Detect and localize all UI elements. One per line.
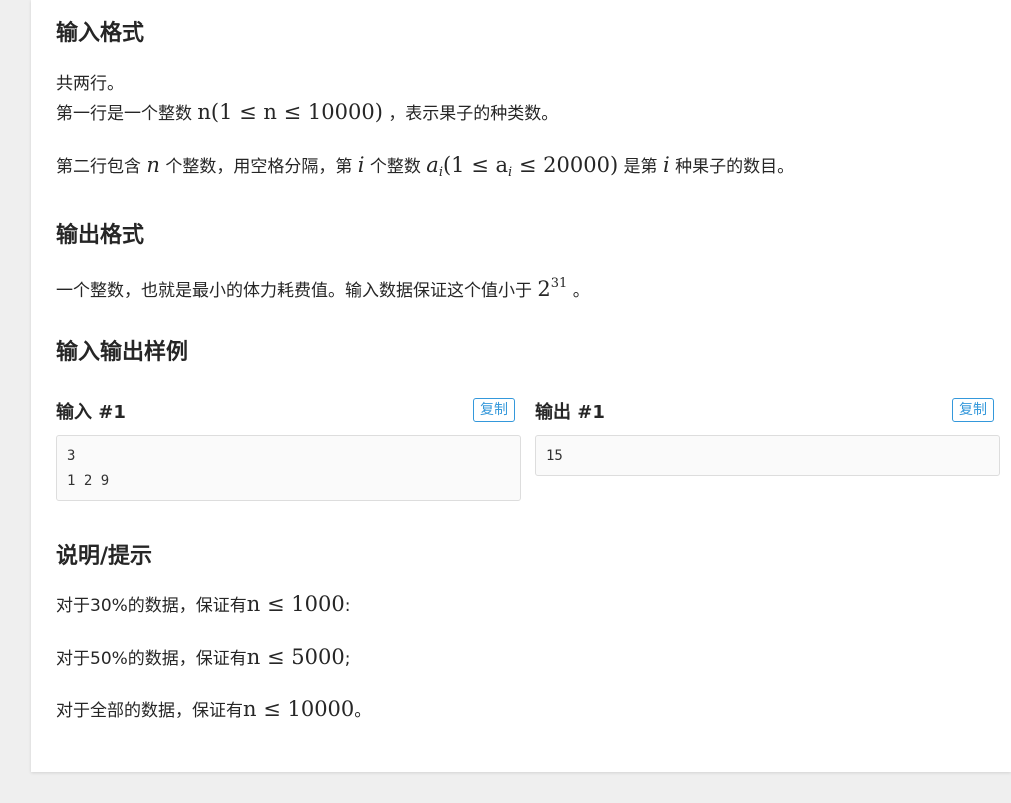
output-format-heading: 输出格式 bbox=[56, 223, 145, 248]
math-rest: (1 ≤ a bbox=[442, 153, 509, 177]
input-format-line3-math: ai(1 ≤ ai ≤ 20000) bbox=[426, 153, 619, 180]
input-format-line3: 第二行包含 n 个整数，用空格分隔，第 i 个整数 ai(1 ≤ ai ≤ 20… bbox=[56, 153, 794, 185]
hint-line3-post: 。 bbox=[354, 701, 372, 721]
output-format-text: 一个整数，也就是最小的体力耗费值。输入数据保证这个值小于 231 。 bbox=[56, 272, 590, 303]
input-format-line2-math: n(1 ≤ n ≤ 10000) bbox=[197, 100, 383, 124]
input-format-line3-a: 第二行包含 bbox=[56, 157, 141, 177]
sample-input-title: 输入 #1 bbox=[56, 402, 126, 423]
math-end: ≤ 20000) bbox=[512, 153, 619, 177]
output-format-text-pre: 一个整数，也就是最小的体力耗费值。输入数据保证这个值小于 bbox=[56, 281, 532, 301]
input-format-line3-n: n bbox=[146, 153, 160, 177]
hint-line1: 对于30%的数据，保证有n ≤ 1000: bbox=[56, 592, 350, 618]
copy-output-button[interactable]: 复制 bbox=[952, 398, 994, 422]
hint-line1-pre: 对于30%的数据，保证有 bbox=[56, 596, 247, 616]
sample-input-line: 1 2 9 bbox=[67, 473, 110, 489]
sample-output-box[interactable]: 15 bbox=[535, 435, 1000, 476]
sample-input-line: 3 bbox=[67, 448, 76, 464]
sample-output-line: 15 bbox=[546, 448, 563, 464]
input-format-line2: 第一行是一个整数 n(1 ≤ n ≤ 10000) ，表示果子的种类数。 bbox=[56, 100, 558, 126]
hint-line3-math: n ≤ 10000 bbox=[243, 697, 355, 721]
input-format-line3-b: 个整数，用空格分隔，第 bbox=[165, 157, 353, 177]
output-format-text-post: 。 bbox=[572, 281, 590, 301]
input-format-line3-i2: i bbox=[662, 153, 670, 177]
input-format-line3-e: 种果子的数目。 bbox=[675, 157, 795, 177]
input-format-line3-c: 个整数 bbox=[369, 157, 421, 177]
hints-heading: 说明/提示 bbox=[56, 544, 153, 569]
hint-line2-math: n ≤ 5000 bbox=[246, 645, 345, 669]
input-format-line2-pre: 第一行是一个整数 bbox=[56, 104, 192, 124]
math-a: a bbox=[426, 153, 439, 177]
sample-input-box[interactable]: 3 1 2 9 bbox=[56, 435, 521, 501]
math-base: 2 bbox=[537, 277, 551, 301]
hint-line2-post: ; bbox=[344, 649, 351, 669]
problem-card: 输入格式 共两行。 第一行是一个整数 n(1 ≤ n ≤ 10000) ，表示果… bbox=[31, 0, 1011, 772]
samples-heading: 输入输出样例 bbox=[56, 340, 189, 365]
copy-input-button[interactable]: 复制 bbox=[473, 398, 515, 422]
hint-line2-pre: 对于50%的数据，保证有 bbox=[56, 649, 247, 669]
hint-line2: 对于50%的数据，保证有n ≤ 5000; bbox=[56, 645, 350, 671]
input-format-line3-d: 是第 bbox=[623, 157, 658, 177]
output-format-math: 231 bbox=[537, 276, 568, 301]
sample-output-title: 输出 #1 bbox=[535, 402, 605, 423]
hint-line3: 对于全部的数据，保证有n ≤ 10000。 bbox=[56, 697, 371, 723]
hint-line1-math: n ≤ 1000 bbox=[246, 592, 345, 616]
math-exp: 31 bbox=[550, 276, 568, 291]
input-format-line2-post: ，表示果子的种类数。 bbox=[388, 104, 559, 124]
hint-line3-pre: 对于全部的数据，保证有 bbox=[56, 701, 243, 721]
input-format-heading: 输入格式 bbox=[56, 21, 145, 46]
hint-line1-post: : bbox=[344, 596, 351, 616]
input-format-line1: 共两行。 bbox=[56, 74, 124, 94]
input-format-line3-i: i bbox=[357, 153, 365, 177]
